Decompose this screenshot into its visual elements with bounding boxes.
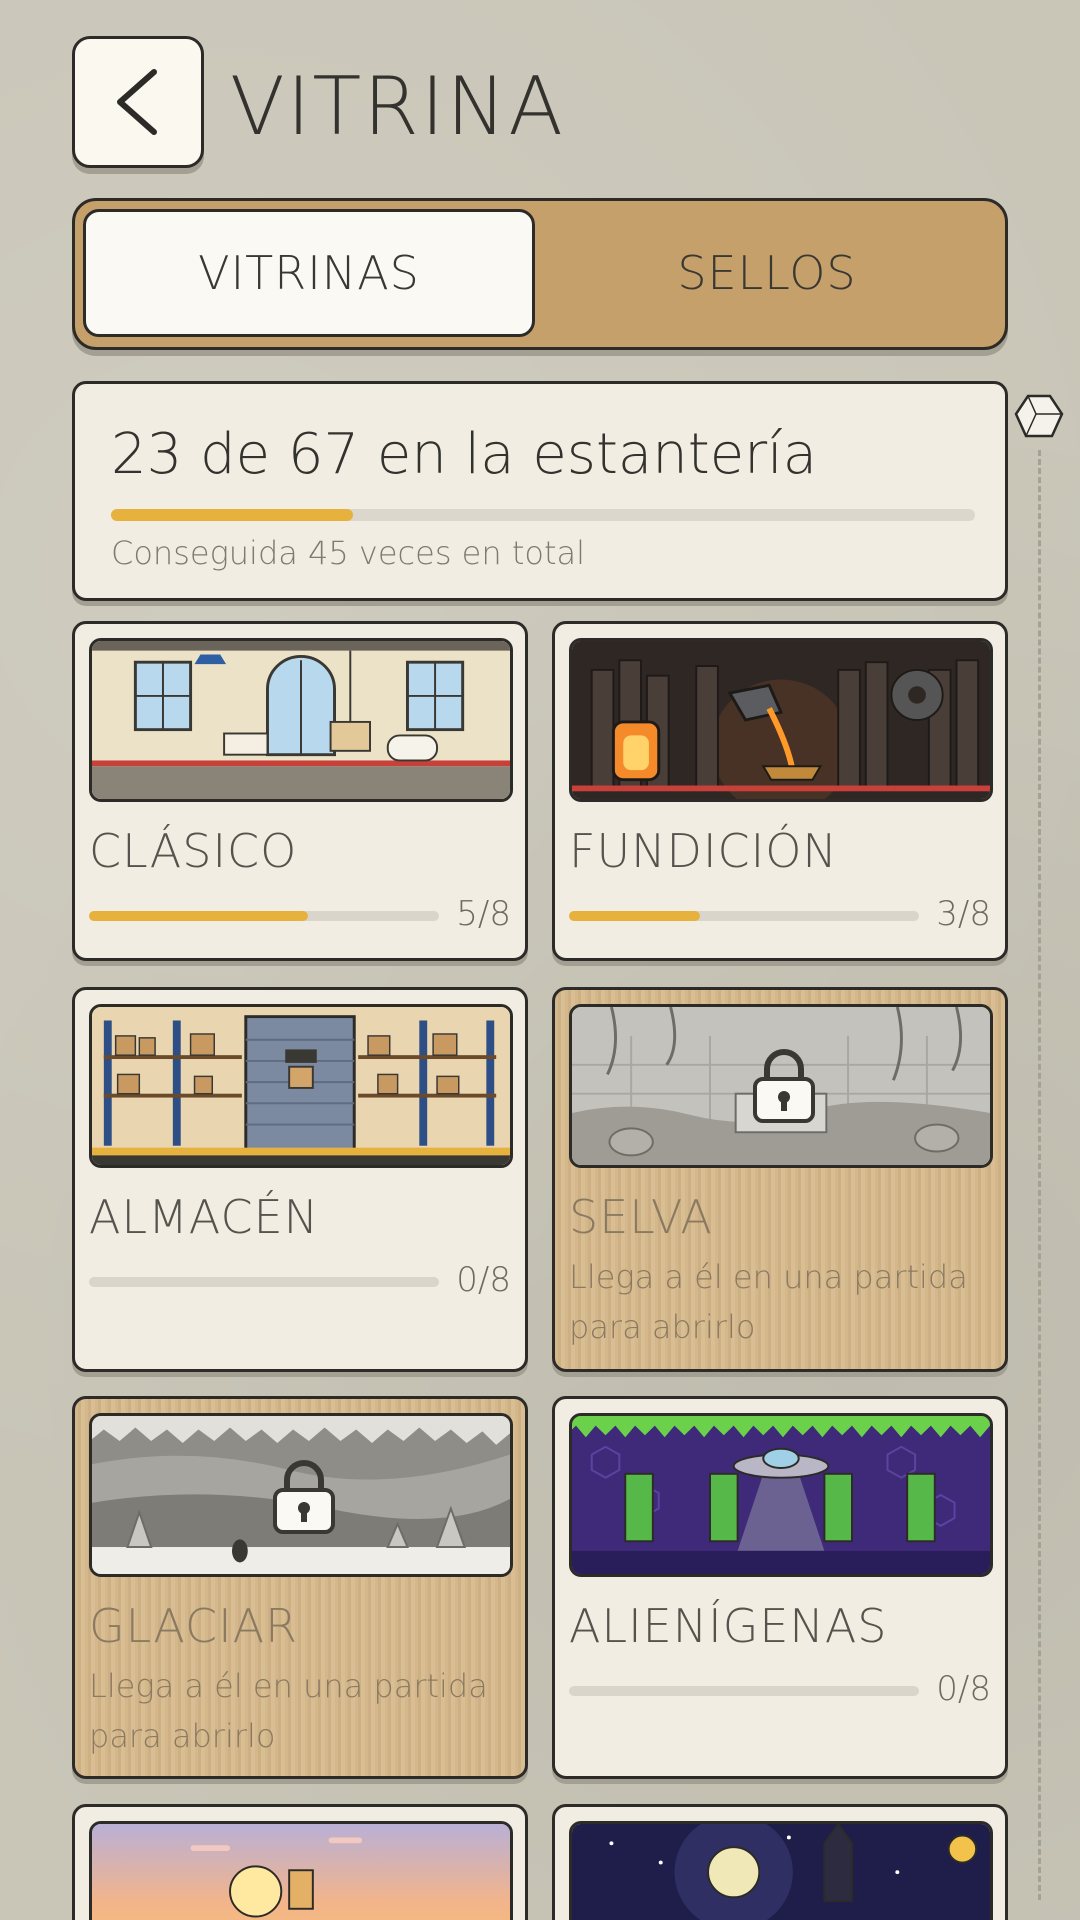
showcase-name: SELVA: [569, 1190, 713, 1244]
showcase-progress-fill: [569, 911, 701, 921]
showcase-card[interactable]: [552, 1804, 1008, 1920]
showcase-name: ALIENÍGENAS: [569, 1599, 888, 1653]
showcase-card-alienigenas[interactable]: ALIENÍGENAS 0/8: [552, 1396, 1008, 1779]
showcase-card-clasico[interactable]: CLÁSICO 5/8: [72, 621, 528, 961]
back-button[interactable]: [72, 36, 204, 168]
showcase-thumbnail: [89, 1413, 513, 1577]
tab-sellos[interactable]: SELLOS: [541, 209, 993, 337]
showcase-thumbnail: [89, 638, 513, 802]
shelf-summary-subtitle: Conseguida 45 veces en total: [111, 534, 585, 572]
lock-icon: [273, 1460, 335, 1534]
shelf-progress-bar: [111, 509, 975, 521]
showcase-progress-bar: [569, 1686, 919, 1696]
shelf-progress-fill: [111, 509, 353, 521]
showcase-progress-bar: [89, 911, 439, 921]
showcase-card-almacen[interactable]: ALMACÉN 0/8: [72, 987, 528, 1372]
tab-bar: VITRINAS SELLOS: [72, 198, 1008, 350]
lock-icon: [753, 1049, 815, 1123]
showcase-name: FUNDICIÓN: [569, 824, 838, 878]
showcase-progress-bar: [569, 911, 919, 921]
showcase-progress-fill: [89, 911, 308, 921]
page-title: VITRINA: [230, 60, 565, 153]
shelf-summary-title: 23 de 67 en la estantería: [111, 422, 818, 487]
shelf-summary-card: 23 de 67 en la estantería Conseguida 45 …: [72, 381, 1008, 601]
showcase-count: 3/8: [936, 894, 991, 934]
showcase-count: 5/8: [456, 894, 511, 934]
showcase-progress-bar: [89, 1277, 439, 1287]
chevron-left-icon: [117, 69, 157, 135]
gem-icon: [1014, 394, 1064, 438]
showcase-thumbnail: [569, 1821, 993, 1920]
showcase-card[interactable]: [72, 1804, 528, 1920]
showcase-locked-hint: Llega a él en una partida para abrirlo: [569, 1258, 968, 1346]
showcase-count: 0/8: [456, 1260, 511, 1300]
showcase-count: 0/8: [936, 1669, 991, 1709]
scroll-track: [1038, 450, 1041, 1900]
showcase-name: ALMACÉN: [89, 1190, 320, 1244]
showcase-thumbnail: [569, 1413, 993, 1577]
showcase-card-fundicion[interactable]: FUNDICIÓN 3/8: [552, 621, 1008, 961]
showcase-thumbnail: [89, 1004, 513, 1168]
showcase-name: CLÁSICO: [89, 824, 298, 878]
tab-vitrinas[interactable]: VITRINAS: [83, 209, 535, 337]
showcase-locked-hint: Llega a él en una partida para abrirlo: [89, 1667, 488, 1755]
showcase-thumbnail: [89, 1821, 513, 1920]
showcase-thumbnail: [569, 1004, 993, 1168]
showcase-name: GLACIAR: [89, 1599, 299, 1653]
showcase-card-glaciar[interactable]: GLACIAR Llega a él en una partida para a…: [72, 1396, 528, 1779]
showcase-card-selva[interactable]: SELVA Llega a él en una partida para abr…: [552, 987, 1008, 1372]
showcase-thumbnail: [569, 638, 993, 802]
